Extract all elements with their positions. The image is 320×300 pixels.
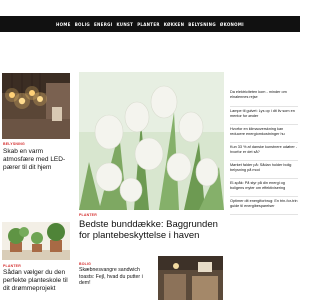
feature-headline[interactable]: Bedste bunddække: Baggrunden for planteb… [79, 219, 224, 241]
article-headline[interactable]: Skæbnesvangre sandwich toasts: Fejl, hva… [79, 267, 154, 287]
led-lamps-image [2, 73, 70, 139]
sidebar-article-link[interactable]: Kun 33 % af danske kunstnere udøber - hv… [230, 143, 298, 161]
category-label[interactable]: BOLIG [79, 262, 91, 266]
nav-item-planter[interactable]: PLANTER [137, 22, 160, 27]
plants-image [2, 222, 70, 260]
sidebar-article-link[interactable]: Lampe til gulvet: Lys op i dit liv som e… [230, 107, 298, 125]
sidebar-article-link[interactable]: Mørket falder på: Sådan holder bolig bel… [230, 161, 298, 179]
main-navigation: HOME BOLIG ENERGI KUNST PLANTER KØKKEN B… [0, 16, 300, 32]
article-headline[interactable]: Skab en varm atmosfære med LED-pærer til… [3, 148, 71, 172]
sidebar-article-list: Da elektriciteten kom - minder om elnale… [230, 88, 298, 215]
kitchen-image [158, 256, 223, 300]
tulips-image [79, 72, 224, 210]
nav-item-home[interactable]: HOME [56, 22, 71, 27]
plant-nursery-photo[interactable] [2, 222, 70, 260]
nav-item-kokken[interactable]: KØKKEN [164, 22, 184, 27]
sidebar-article-link[interactable]: Da elektriciteten kom - minder om elnale… [230, 88, 298, 107]
sidebar-article-link[interactable]: El-spåk: På styr på din energi og bolige… [230, 179, 298, 197]
category-label[interactable]: PLANTER [3, 264, 21, 268]
feature-tulips-photo[interactable] [79, 72, 224, 210]
article-headline[interactable]: Sådan vælger du den perfekte planteskole… [3, 269, 71, 293]
sidebar-article-link[interactable]: Hvorfor en klimaoverskning kan reducere … [230, 125, 298, 143]
category-label[interactable]: PLANTER [79, 213, 97, 217]
nav-item-okonomi[interactable]: ØKONOMI [220, 22, 244, 27]
sidebar-article-link[interactable]: Optimer dit energiforbrug: En trin-for-t… [230, 197, 298, 215]
nav-item-kunst[interactable]: KUNST [116, 22, 133, 27]
site-header [0, 0, 300, 16]
nav-item-belysning[interactable]: BELYSNING [188, 22, 216, 27]
category-label[interactable]: BELYSNING [3, 142, 25, 146]
nav-item-bolig[interactable]: BOLIG [75, 22, 90, 27]
nav-list: HOME BOLIG ENERGI KUNST PLANTER KØKKEN B… [56, 22, 244, 27]
led-lamps-photo[interactable] [2, 73, 70, 139]
nav-item-energi[interactable]: ENERGI [94, 22, 112, 27]
kitchen-photo[interactable] [158, 256, 223, 300]
